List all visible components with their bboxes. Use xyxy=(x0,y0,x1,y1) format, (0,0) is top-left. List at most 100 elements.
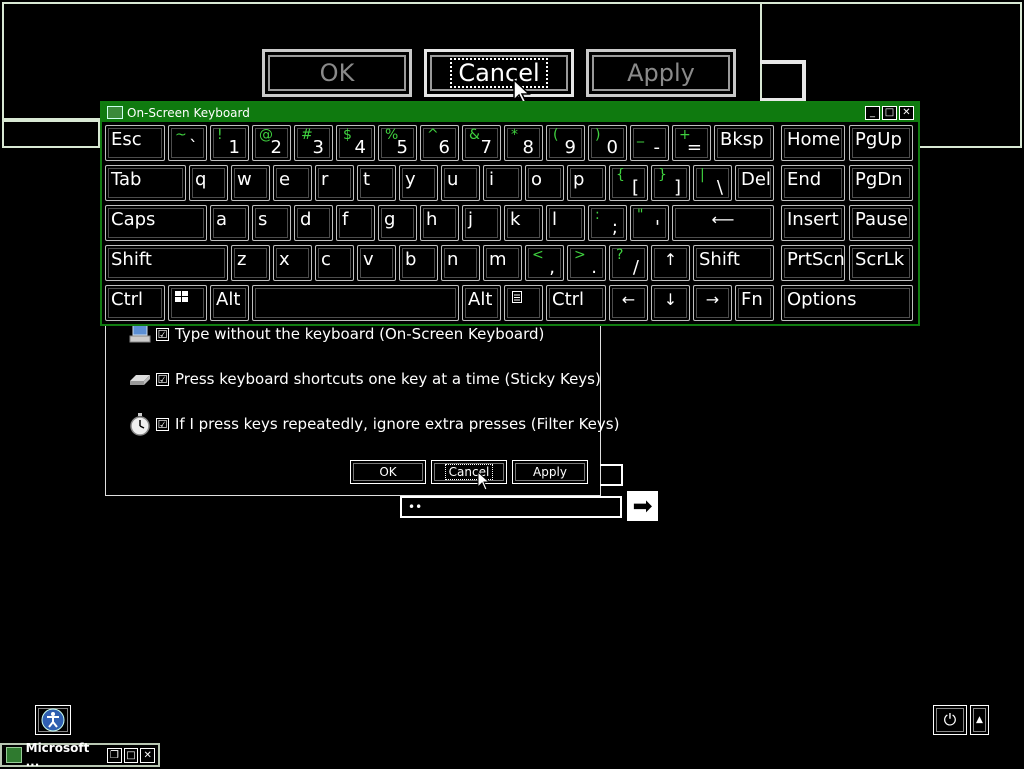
key-r[interactable]: r xyxy=(315,165,354,201)
key-scrlk[interactable]: ScrLk xyxy=(849,245,913,281)
key-alt-left[interactable]: Alt xyxy=(210,285,249,321)
key-7[interactable]: & 7 xyxy=(462,125,501,161)
key-options[interactable]: Options xyxy=(781,285,913,321)
key-x[interactable]: x xyxy=(273,245,312,281)
key-n[interactable]: n xyxy=(441,245,480,281)
key-fn[interactable]: Fn xyxy=(735,285,774,321)
taskbar-app-button[interactable]: Microsoft ... ❐ □ ✕ xyxy=(0,741,160,769)
key-insert[interactable]: Insert xyxy=(781,205,845,241)
key-end[interactable]: End xyxy=(781,165,845,201)
key-shift-left[interactable]: Shift xyxy=(105,245,228,281)
key-ctrl-left[interactable]: Ctrl xyxy=(105,285,165,321)
sticky-keys-checkbox[interactable]: ☑ xyxy=(156,372,169,386)
key-w[interactable]: w xyxy=(231,165,270,201)
key-f[interactable]: f xyxy=(336,205,375,241)
key-windows[interactable] xyxy=(168,285,207,321)
key-i[interactable]: i xyxy=(483,165,522,201)
magnified-ok-button[interactable]: OK xyxy=(262,49,412,97)
key-8[interactable]: * 8 xyxy=(504,125,543,161)
key-alt-right[interactable]: Alt xyxy=(462,285,501,321)
key-down[interactable]: ↓ xyxy=(651,285,690,321)
key-space[interactable] xyxy=(252,285,459,321)
key-h[interactable]: h xyxy=(420,205,459,241)
key-5[interactable]: % 5 xyxy=(378,125,417,161)
key-pause[interactable]: Pause xyxy=(849,205,913,241)
onscreen-keyboard-checkbox[interactable]: ☑ xyxy=(156,327,169,341)
filter-keys-checkbox[interactable]: ☑ xyxy=(156,417,169,431)
key-bracket-1[interactable]: }] xyxy=(651,165,690,201)
key-v[interactable]: v xyxy=(357,245,396,281)
key-2[interactable]: @2 xyxy=(252,125,291,161)
key-right[interactable]: → xyxy=(693,285,732,321)
ease-of-access-button[interactable] xyxy=(35,705,71,735)
key-del[interactable]: Del xyxy=(735,165,774,201)
magnified-cancel-button[interactable]: Cancel xyxy=(424,49,574,97)
key-c[interactable]: c xyxy=(315,245,354,281)
close-button[interactable]: ✕ xyxy=(899,106,914,120)
key-pgup[interactable]: PgUp xyxy=(849,125,913,161)
key-ctrl-right[interactable]: Ctrl xyxy=(546,285,606,321)
key-home[interactable]: Home xyxy=(781,125,845,161)
key--[interactable]: _ - xyxy=(630,125,669,161)
key-e[interactable]: e xyxy=(273,165,312,201)
key-punct-1[interactable]: " ' xyxy=(630,205,669,241)
key-t[interactable]: t xyxy=(357,165,396,201)
shutdown-options-button[interactable]: ▲ xyxy=(970,705,989,735)
key-punct-r4-0[interactable]: <, xyxy=(525,245,564,281)
key-0[interactable]: ) 0 xyxy=(588,125,627,161)
key-bracket-0[interactable]: {[ xyxy=(609,165,648,201)
key-4[interactable]: $4 xyxy=(336,125,375,161)
key-d[interactable]: d xyxy=(294,205,333,241)
key-=[interactable]: + = xyxy=(672,125,711,161)
key-9[interactable]: (9 xyxy=(546,125,585,161)
key-pgdn[interactable]: PgDn xyxy=(849,165,913,201)
dialog-ok-button[interactable]: OK xyxy=(350,460,426,484)
taskbar-close-button[interactable]: ✕ xyxy=(140,747,155,763)
key-s[interactable]: s xyxy=(252,205,291,241)
submit-arrow-button[interactable]: ➡ xyxy=(627,491,658,521)
key-menu[interactable] xyxy=(504,285,543,321)
key-1[interactable]: ! 1 xyxy=(210,125,249,161)
maximize-button[interactable]: □ xyxy=(882,106,897,120)
key-punct-r4-2[interactable]: ? / xyxy=(609,245,648,281)
key-q[interactable]: q xyxy=(189,165,228,201)
minimize-button[interactable]: _ xyxy=(865,106,880,120)
key-b[interactable]: b xyxy=(399,245,438,281)
taskbar-maximize-button[interactable]: □ xyxy=(123,747,139,763)
key-j[interactable]: j xyxy=(462,205,501,241)
key-left[interactable]: ← xyxy=(609,285,648,321)
key-bksp[interactable]: Bksp xyxy=(714,125,774,161)
key-tab[interactable]: Tab xyxy=(105,165,186,201)
key-m[interactable]: m xyxy=(483,245,522,281)
key-shift-right[interactable]: Shift xyxy=(693,245,774,281)
key-l[interactable]: l xyxy=(546,205,585,241)
key-p[interactable]: p xyxy=(567,165,606,201)
shutdown-button[interactable]: ⏻ xyxy=(933,705,967,735)
key-enter[interactable]: ⟵ xyxy=(672,205,774,241)
key-3[interactable]: #3 xyxy=(294,125,333,161)
key-y[interactable]: y xyxy=(399,165,438,201)
dialog-apply-button[interactable]: Apply xyxy=(512,460,588,484)
magnified-apply-button[interactable]: Apply xyxy=(586,49,736,97)
osk-title-bar[interactable]: On-Screen Keyboard _ □ ✕ xyxy=(102,103,918,122)
key-punct-r4-1[interactable]: >. xyxy=(567,245,606,281)
key-u[interactable]: u xyxy=(441,165,480,201)
key-z[interactable]: z xyxy=(231,245,270,281)
key-esc[interactable]: Esc xyxy=(105,125,165,161)
key-up[interactable]: ↑ xyxy=(651,245,690,281)
key-prtscn[interactable]: PrtScn xyxy=(781,245,845,281)
key-caps[interactable]: Caps xyxy=(105,205,207,241)
key-o[interactable]: o xyxy=(525,165,564,201)
key-a[interactable]: a xyxy=(210,205,249,241)
taskbar-restore-button[interactable]: ❐ xyxy=(107,747,122,763)
dialog-cancel-button[interactable]: Cancel xyxy=(431,460,507,484)
option-filter-keys[interactable]: ☑ If I press keys repeatedly, ignore ext… xyxy=(128,412,619,436)
key-g[interactable]: g xyxy=(378,205,417,241)
key-`[interactable]: ~ ` xyxy=(168,125,207,161)
option-sticky-keys[interactable]: ☑ Press keyboard shortcuts one key at a … xyxy=(128,367,601,391)
key-k[interactable]: k xyxy=(504,205,543,241)
key-bracket-2[interactable]: | \ xyxy=(693,165,732,201)
password-input[interactable]: •• xyxy=(400,496,622,518)
key-6[interactable]: ^ 6 xyxy=(420,125,459,161)
key-punct-0[interactable]: :; xyxy=(588,205,627,241)
